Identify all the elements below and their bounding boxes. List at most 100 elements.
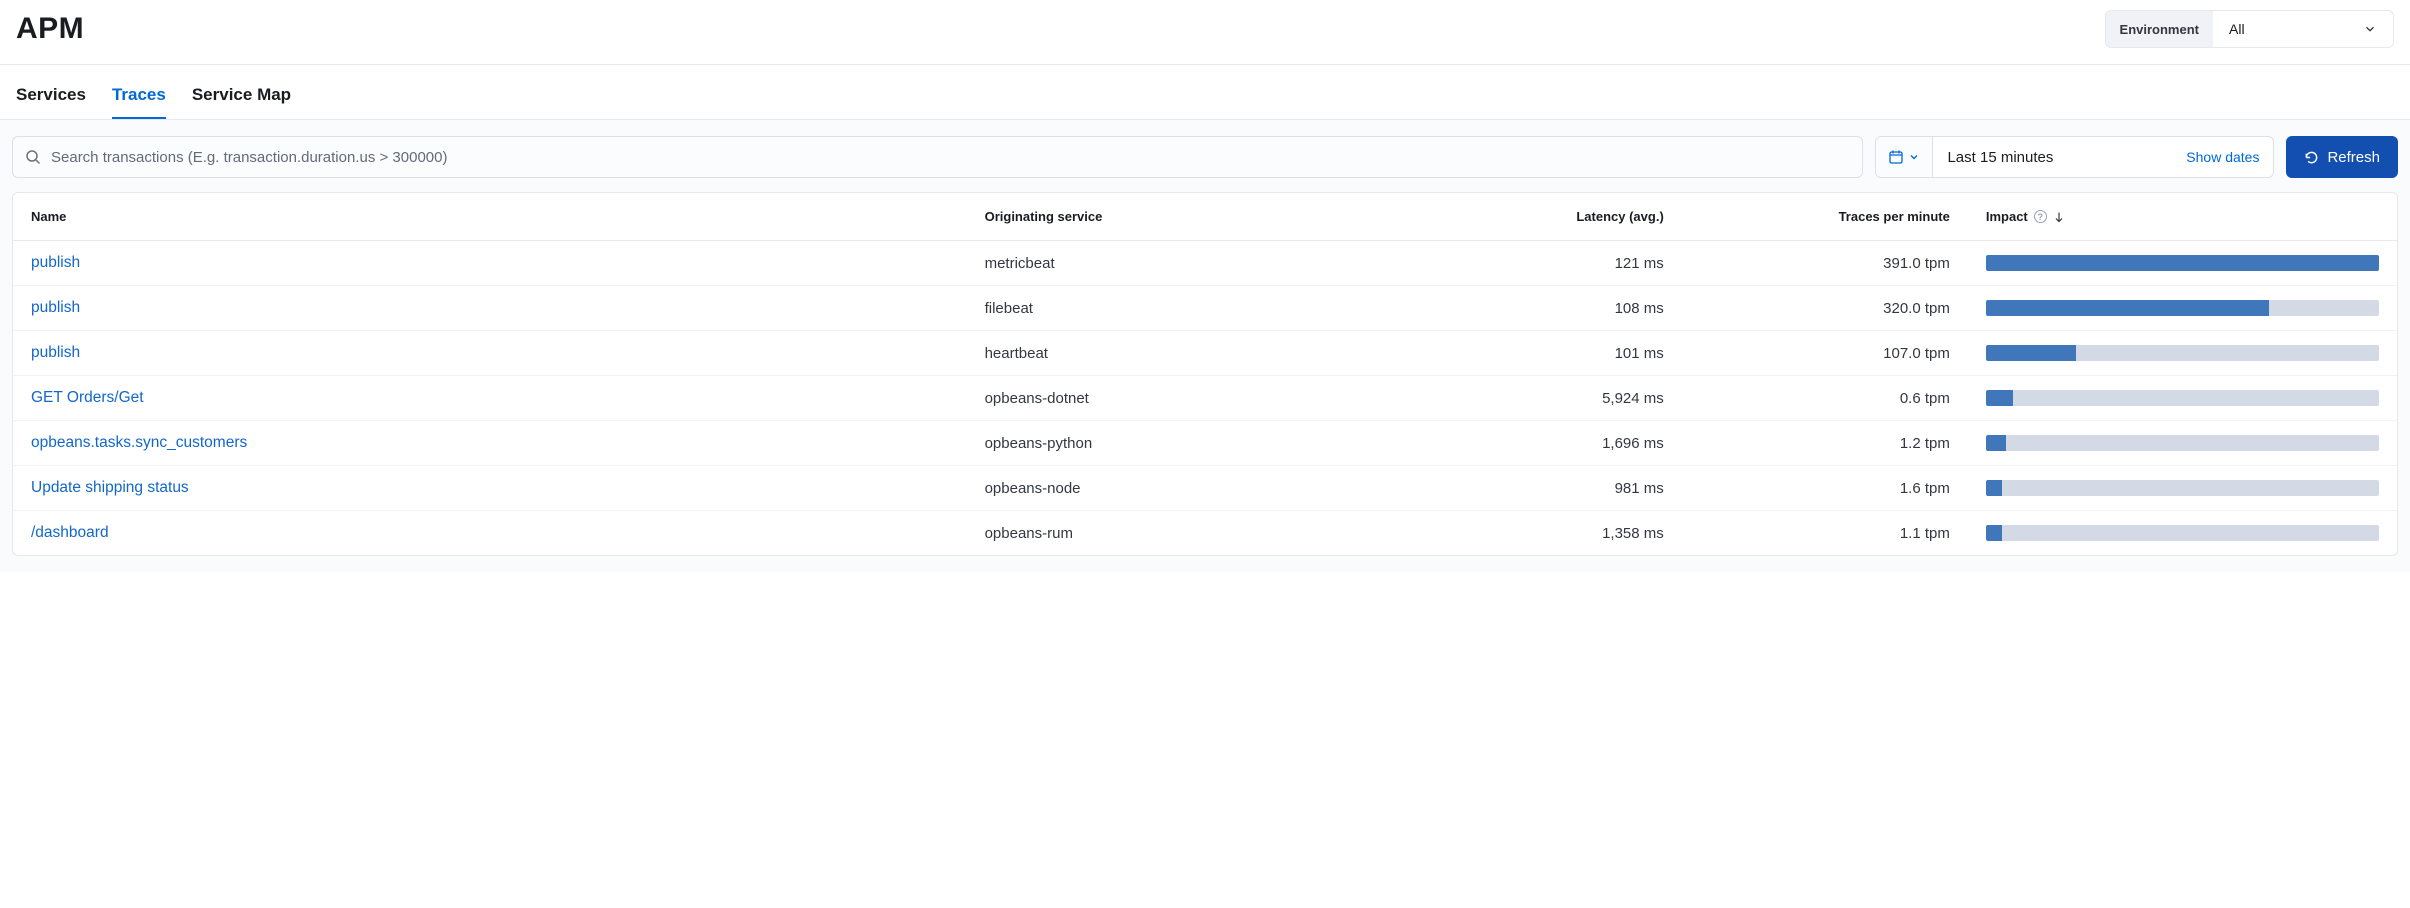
page-title: APM: [16, 12, 84, 46]
trace-link[interactable]: GET Orders/Get: [31, 389, 144, 406]
environment-selector[interactable]: Environment All: [2105, 10, 2394, 48]
cell-name: publish: [13, 241, 967, 286]
search-input[interactable]: [41, 149, 1850, 166]
search-icon: [25, 149, 41, 165]
cell-service: opbeans-dotnet: [967, 376, 1396, 421]
cell-latency: 981 ms: [1396, 466, 1682, 511]
chevron-down-icon: [2363, 22, 2377, 36]
cell-impact: [1968, 421, 2397, 466]
date-picker-value-wrap[interactable]: Last 15 minutes Show dates: [1933, 137, 2273, 177]
impact-bar: [1986, 435, 2379, 451]
impact-fill: [1986, 300, 2269, 316]
traces-table-panel: Name Originating service Latency (avg.) …: [12, 192, 2398, 556]
cell-impact: [1968, 466, 2397, 511]
trace-link[interactable]: Update shipping status: [31, 479, 189, 496]
col-service[interactable]: Originating service: [967, 193, 1396, 241]
trace-link[interactable]: opbeans.tasks.sync_customers: [31, 434, 247, 451]
content-area: Last 15 minutes Show dates Refresh Name …: [0, 119, 2410, 572]
table-row: publish heartbeat101 ms107.0 tpm: [13, 331, 2397, 376]
col-impact[interactable]: Impact ?: [1968, 193, 2397, 241]
trace-link[interactable]: publish: [31, 254, 80, 271]
table-row: publish filebeat108 ms320.0 tpm: [13, 286, 2397, 331]
col-latency[interactable]: Latency (avg.): [1396, 193, 1682, 241]
col-name[interactable]: Name: [13, 193, 967, 241]
table-header-row: Name Originating service Latency (avg.) …: [13, 193, 2397, 241]
cell-service: metricbeat: [967, 241, 1396, 286]
cell-service: opbeans-node: [967, 466, 1396, 511]
refresh-button[interactable]: Refresh: [2286, 136, 2398, 178]
cell-name: Update shipping status: [13, 466, 967, 511]
tabs: Services Traces Service Map: [0, 65, 2410, 119]
cell-tpm: 107.0 tpm: [1682, 331, 1968, 376]
cell-service: heartbeat: [967, 331, 1396, 376]
impact-fill: [1986, 435, 2006, 451]
cell-service: opbeans-rum: [967, 511, 1396, 556]
trace-link[interactable]: /dashboard: [31, 524, 109, 541]
cell-name: opbeans.tasks.sync_customers: [13, 421, 967, 466]
impact-bar: [1986, 255, 2379, 271]
refresh-icon: [2304, 150, 2319, 165]
cell-impact: [1968, 331, 2397, 376]
sort-desc-icon: [2053, 211, 2065, 223]
date-picker: Last 15 minutes Show dates: [1875, 136, 2274, 178]
cell-service: filebeat: [967, 286, 1396, 331]
date-picker-value: Last 15 minutes: [1947, 149, 2053, 166]
impact-fill: [1986, 390, 2014, 406]
cell-latency: 1,696 ms: [1396, 421, 1682, 466]
refresh-label: Refresh: [2327, 149, 2380, 166]
cell-latency: 121 ms: [1396, 241, 1682, 286]
traces-table: Name Originating service Latency (avg.) …: [13, 193, 2397, 555]
cell-impact: [1968, 376, 2397, 421]
cell-latency: 101 ms: [1396, 331, 1682, 376]
impact-fill: [1986, 525, 2002, 541]
cell-impact: [1968, 241, 2397, 286]
cell-tpm: 1.1 tpm: [1682, 511, 1968, 556]
impact-bar: [1986, 345, 2379, 361]
cell-impact: [1968, 511, 2397, 556]
info-icon[interactable]: ?: [2034, 210, 2047, 223]
cell-tpm: 1.2 tpm: [1682, 421, 1968, 466]
cell-latency: 5,924 ms: [1396, 376, 1682, 421]
search-box[interactable]: [12, 136, 1863, 178]
cell-tpm: 391.0 tpm: [1682, 241, 1968, 286]
header: APM Environment All: [0, 0, 2410, 65]
cell-latency: 108 ms: [1396, 286, 1682, 331]
impact-fill: [1986, 345, 2076, 361]
impact-bar: [1986, 525, 2379, 541]
cell-service: opbeans-python: [967, 421, 1396, 466]
environment-value: All: [2229, 21, 2245, 37]
tab-traces[interactable]: Traces: [112, 85, 166, 119]
table-row: opbeans.tasks.sync_customers opbeans-pyth…: [13, 421, 2397, 466]
environment-label: Environment: [2106, 11, 2213, 47]
col-tpm[interactable]: Traces per minute: [1682, 193, 1968, 241]
cell-tpm: 320.0 tpm: [1682, 286, 1968, 331]
impact-fill: [1986, 480, 2002, 496]
table-row: GET Orders/Get opbeans-dotnet5,924 ms0.6 …: [13, 376, 2397, 421]
chevron-down-icon: [1908, 151, 1920, 163]
cell-name: publish: [13, 286, 967, 331]
environment-value-wrap[interactable]: All: [2213, 11, 2393, 47]
impact-bar: [1986, 300, 2379, 316]
col-impact-label: Impact: [1986, 209, 2028, 224]
trace-link[interactable]: publish: [31, 299, 80, 316]
calendar-icon: [1888, 149, 1904, 165]
impact-fill: [1986, 255, 2379, 271]
date-picker-toggle[interactable]: [1876, 137, 1933, 177]
show-dates-link[interactable]: Show dates: [2186, 149, 2259, 165]
cell-name: GET Orders/Get: [13, 376, 967, 421]
table-row: /dashboard opbeans-rum1,358 ms1.1 tpm: [13, 511, 2397, 556]
cell-impact: [1968, 286, 2397, 331]
cell-name: /dashboard: [13, 511, 967, 556]
controls-row: Last 15 minutes Show dates Refresh: [12, 136, 2398, 178]
cell-tpm: 0.6 tpm: [1682, 376, 1968, 421]
table-row: publish metricbeat121 ms391.0 tpm: [13, 241, 2397, 286]
cell-name: publish: [13, 331, 967, 376]
tab-services[interactable]: Services: [16, 85, 86, 119]
cell-latency: 1,358 ms: [1396, 511, 1682, 556]
impact-bar: [1986, 480, 2379, 496]
tab-service-map[interactable]: Service Map: [192, 85, 291, 119]
cell-tpm: 1.6 tpm: [1682, 466, 1968, 511]
impact-bar: [1986, 390, 2379, 406]
trace-link[interactable]: publish: [31, 344, 80, 361]
table-row: Update shipping status opbeans-node981 ms…: [13, 466, 2397, 511]
